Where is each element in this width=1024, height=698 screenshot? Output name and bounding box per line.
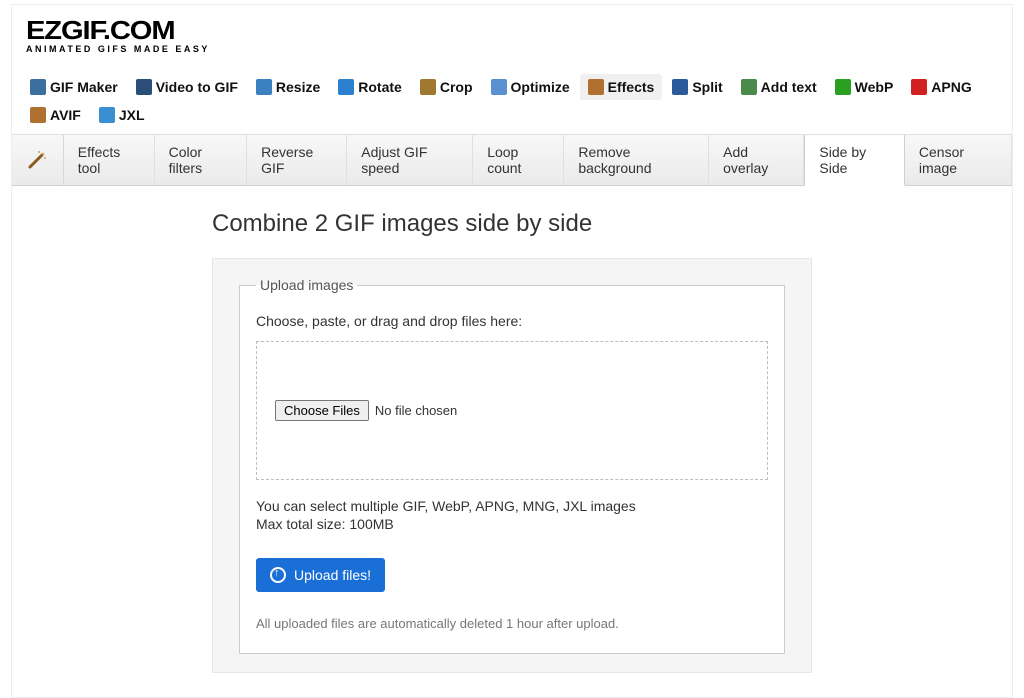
main-nav-label: Split xyxy=(692,79,722,95)
choose-files-button[interactable]: Choose Files xyxy=(275,400,369,421)
logo-main: EZGIF.COM xyxy=(26,15,1024,46)
upload-card: Upload images Choose, paste, or drag and… xyxy=(212,258,812,673)
main-nav-label: APNG xyxy=(931,79,971,95)
upload-fieldset: Upload images Choose, paste, or drag and… xyxy=(239,277,785,654)
main-nav-label: JXL xyxy=(119,107,145,123)
site-header: EZGIF.COM ANIMATED GIFS MADE EASY xyxy=(12,5,1012,60)
sub-nav-effects-tool[interactable]: Effects tool xyxy=(64,135,155,185)
sub-nav-add-overlay[interactable]: Add overlay xyxy=(709,135,804,185)
main-nav-webp[interactable]: WebP xyxy=(827,74,902,100)
main-nav-resize[interactable]: Resize xyxy=(248,74,328,100)
main-nav: GIF Maker Video to GIF Resize Rotate Crop Opt… xyxy=(12,60,1012,134)
text-icon xyxy=(741,79,757,95)
effects-wand-icon xyxy=(12,135,64,185)
main-nav-label: Rotate xyxy=(358,79,402,95)
upload-info-formats: You can select multiple GIF, WebP, APNG,… xyxy=(256,498,768,514)
main-nav-split[interactable]: Split xyxy=(664,74,730,100)
main-nav-label: AVIF xyxy=(50,107,81,123)
main-nav-avif[interactable]: AVIF xyxy=(22,102,89,128)
page-title: Combine 2 GIF images side by side xyxy=(212,210,812,238)
main-nav-jxl[interactable]: JXL xyxy=(91,102,153,128)
sub-nav-side-by-side[interactable]: Side by Side xyxy=(804,135,904,186)
main-nav-label: Crop xyxy=(440,79,473,95)
sub-nav-adjust-gif-speed[interactable]: Adjust GIF speed xyxy=(347,135,473,185)
apng-icon xyxy=(911,79,927,95)
upload-info-size: Max total size: 100MB xyxy=(256,516,768,532)
main-nav-label: WebP xyxy=(855,79,894,95)
main-nav-effects[interactable]: Effects xyxy=(580,74,663,100)
sub-nav-reverse-gif[interactable]: Reverse GIF xyxy=(247,135,347,185)
main-nav-label: Add text xyxy=(761,79,817,95)
main-nav-add-text[interactable]: Add text xyxy=(733,74,825,100)
main-nav-label: Effects xyxy=(608,79,655,95)
film-icon xyxy=(30,79,46,95)
main-content: Combine 2 GIF images side by side Upload… xyxy=(12,186,1012,697)
sub-nav: Effects toolColor filtersReverse GIFAdju… xyxy=(12,134,1012,186)
sub-nav-censor-image[interactable]: Censor image xyxy=(905,135,1012,185)
file-dropzone[interactable]: Choose Files No file chosen xyxy=(256,341,768,480)
main-nav-gif-maker[interactable]: GIF Maker xyxy=(22,74,126,100)
avif-icon xyxy=(30,107,46,123)
main-nav-label: Video to GIF xyxy=(156,79,238,95)
jxl-icon xyxy=(99,107,115,123)
sub-nav-color-filters[interactable]: Color filters xyxy=(155,135,247,185)
page-container: EZGIF.COM ANIMATED GIFS MADE EASY GIF Ma… xyxy=(11,4,1013,698)
sub-nav-loop-count[interactable]: Loop count xyxy=(473,135,564,185)
upload-legend: Upload images xyxy=(256,277,357,293)
main-nav-label: Optimize xyxy=(511,79,570,95)
main-nav-apng[interactable]: APNG xyxy=(903,74,979,100)
upload-instruction: Choose, paste, or drag and drop files he… xyxy=(256,313,768,329)
split-icon xyxy=(672,79,688,95)
upload-button-label: Upload files! xyxy=(294,567,371,583)
upload-icon xyxy=(270,567,286,583)
webp-icon xyxy=(835,79,851,95)
main-nav-label: Resize xyxy=(276,79,320,95)
upload-footnote: All uploaded files are automatically del… xyxy=(256,616,768,631)
file-status-text: No file chosen xyxy=(375,403,457,418)
main-nav-optimize[interactable]: Optimize xyxy=(483,74,578,100)
effects-icon xyxy=(588,79,604,95)
main-nav-label: GIF Maker xyxy=(50,79,118,95)
main-nav-rotate[interactable]: Rotate xyxy=(330,74,410,100)
video-icon xyxy=(136,79,152,95)
main-nav-crop[interactable]: Crop xyxy=(412,74,481,100)
rotate-icon xyxy=(338,79,354,95)
upload-button[interactable]: Upload files! xyxy=(256,558,385,592)
optimize-icon xyxy=(491,79,507,95)
resize-icon xyxy=(256,79,272,95)
crop-icon xyxy=(420,79,436,95)
main-nav-video-to-gif[interactable]: Video to GIF xyxy=(128,74,246,100)
sub-nav-remove-background[interactable]: Remove background xyxy=(564,135,709,185)
